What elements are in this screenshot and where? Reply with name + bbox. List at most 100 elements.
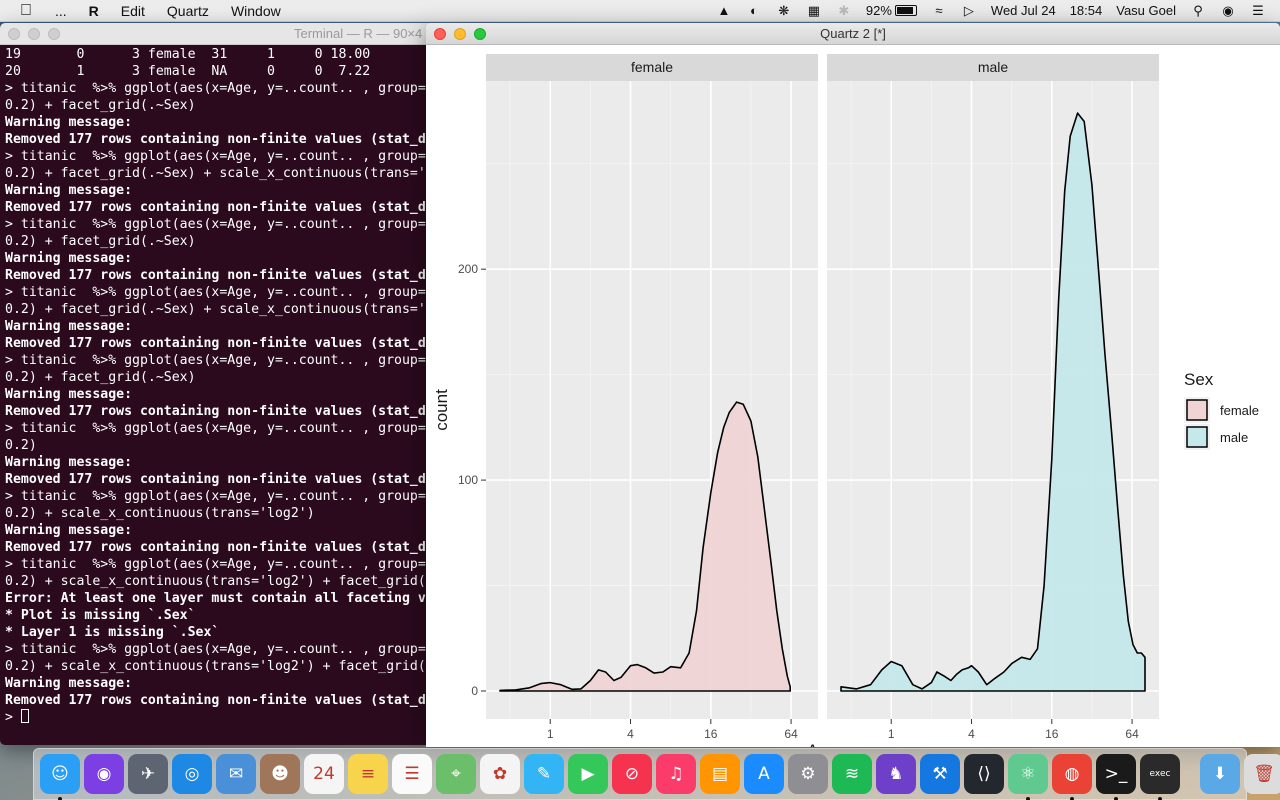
dock-icon-glyph: ☻ [271, 764, 289, 784]
app-store-icon[interactable]: A [744, 754, 784, 794]
safari-icon[interactable]: ◎ [172, 754, 212, 794]
notification-center-icon[interactable]: ☰ [1250, 3, 1266, 18]
wifi-icon[interactable]: ≈ [931, 3, 947, 18]
terminal-line: Warning message: [5, 455, 133, 470]
bear-icon[interactable]: ❋ [776, 3, 792, 18]
reminders-icon[interactable]: ☰ [392, 754, 432, 794]
terminal-line: 0.2) + facet_grid(.~Sex) + scale_x_conti… [5, 166, 426, 181]
dock-icon-glyph: ◎ [184, 764, 200, 784]
bluetooth-icon[interactable]: ✱ [836, 3, 852, 18]
battery-percent: 92% [865, 3, 892, 18]
dock-icon-glyph: A [758, 764, 770, 784]
terminal-line: * Plot is missing `.Sex` [5, 608, 196, 623]
terminal-titlebar[interactable]: Terminal — R — 90×4 [0, 23, 430, 45]
volume-icon[interactable]: ▷ [961, 3, 977, 18]
x-tick-label: 64 [1125, 727, 1139, 741]
dock-icon-glyph: ♫ [668, 764, 684, 784]
quartz-minimize-button[interactable] [454, 27, 466, 40]
apple-menu-icon[interactable]:  [8, 2, 44, 20]
trash-icon[interactable]: 🗑 [1244, 754, 1280, 794]
terminal-minimize-button[interactable] [28, 27, 40, 40]
terminal-line: Removed 177 rows containing non-finite v… [5, 336, 426, 351]
github-desktop-icon[interactable]: ♞ [876, 754, 916, 794]
menubar-time[interactable]: 18:54 [1070, 3, 1103, 18]
terminal-line: > titanic %>% ggplot(aes(x=Age, y=..coun… [5, 285, 426, 300]
terminal-line: 0.2) + facet_grid(.~Sex) [5, 234, 196, 249]
exec-icon[interactable]: exec [1140, 754, 1180, 800]
spotlight-search-icon[interactable]: ⚲ [1190, 3, 1206, 18]
news-icon[interactable]: ⊘ [612, 754, 652, 794]
siri-icon[interactable]: ◉ [84, 754, 124, 794]
facet-label-male: male [978, 59, 1009, 75]
y-tick-label: 100 [458, 473, 478, 487]
contrast-icon[interactable]: ◐ [746, 3, 762, 18]
quartz-window: Quartz 2 [*] female 1 4 16 64 male 1 4 16 64 0 100 2… [426, 23, 1280, 747]
terminal-line: Warning message: [5, 251, 133, 266]
launchpad-icon[interactable]: ✈ [128, 754, 168, 794]
books-icon[interactable]: ▤ [700, 754, 740, 794]
legend-title: Sex [1184, 370, 1214, 389]
y-axis-title: count [432, 389, 451, 431]
maps-icon[interactable]: ⌖ [436, 754, 476, 794]
terminal-line: 20 1 3 female NA 0 0 7.22 [5, 64, 371, 79]
menubar-user[interactable]: Vasu Goel [1116, 3, 1176, 18]
chrome-icon[interactable]: ◍ [1052, 754, 1092, 800]
downloads-folder-icon[interactable]: ⬇ [1200, 754, 1240, 794]
menu-window[interactable]: Window [220, 3, 292, 19]
grid-icon[interactable]: ▦ [806, 3, 822, 18]
siri-menubar-icon[interactable]: ◉ [1220, 3, 1236, 18]
legend-key-male [1186, 426, 1208, 448]
terminal-line: Removed 177 rows containing non-finite v… [5, 472, 426, 487]
terminal-line: > titanic %>% ggplot(aes(x=Age, y=..coun… [5, 489, 426, 504]
menubar-date[interactable]: Wed Jul 24 [991, 3, 1056, 18]
menubar-app-name[interactable]: R [78, 3, 110, 19]
dock-icon-glyph: ⬇ [1212, 764, 1228, 784]
terminal-icon[interactable]: >_ [1096, 754, 1136, 800]
mail-icon[interactable]: ✉ [216, 754, 256, 794]
dock-icon-glyph: ✎ [536, 764, 552, 784]
quartz-close-button[interactable] [434, 27, 446, 40]
status-area: ▲ ◐ ❋ ▦ ✱ 92% ≈ ▷ Wed Jul 24 18:54 Vasu … [716, 3, 1280, 18]
atom-icon[interactable]: ⚛ [1008, 754, 1048, 800]
calendar-icon[interactable]: 24 [304, 754, 344, 794]
terminal-line: 0.2) + scale_x_continuous(trans='log2') … [5, 659, 426, 674]
dock-icon-glyph: ⚛ [1020, 764, 1036, 784]
photos-icon[interactable]: ✿ [480, 754, 520, 794]
quartz-zoom-button[interactable] [474, 27, 486, 40]
dock-icon-glyph: ⚙ [800, 764, 816, 784]
notes-icon[interactable]: ≡ [348, 754, 388, 794]
terminal-line: Warning message: [5, 387, 133, 402]
dock-icon-glyph: ⌖ [451, 764, 461, 784]
music-icon[interactable]: ♫ [656, 754, 696, 794]
terminal-prompt[interactable]: > [5, 709, 425, 726]
quartz-titlebar[interactable]: Quartz 2 [*] [426, 23, 1280, 45]
y-tick-label: 0 [471, 684, 478, 698]
dock-icon-glyph: ⚒ [932, 764, 948, 784]
contacts-icon[interactable]: ☻ [260, 754, 300, 794]
messages-icon[interactable]: ✎ [524, 754, 564, 794]
terminal-line: 0.2) + scale_x_continuous(trans='log2') … [5, 574, 426, 589]
terminal-line: Warning message: [5, 115, 133, 130]
spotify-icon[interactable]: ≋ [832, 754, 872, 794]
xcode-icon[interactable]: ⚒ [920, 754, 960, 794]
terminal-line: Error: At least one layer must contain a… [5, 591, 426, 606]
terminal-zoom-button[interactable] [48, 27, 60, 40]
terminal-close-button[interactable] [8, 27, 20, 40]
terminal-line: Warning message: [5, 523, 133, 538]
vscode-icon[interactable]: ⟨⟩ [964, 754, 1004, 794]
menubar-ellipsis[interactable]: ... [44, 3, 78, 19]
terminal-line: 0.2) [5, 438, 37, 453]
alfred-hat-icon[interactable]: ▲ [716, 3, 732, 18]
menu-quartz[interactable]: Quartz [156, 3, 220, 19]
terminal-line: > titanic %>% ggplot(aes(x=Age, y=..coun… [5, 353, 426, 368]
terminal-line: Removed 177 rows containing non-finite v… [5, 132, 426, 147]
terminal-output[interactable]: 19 0 3 female 31 1 0 18.00 20 1 3 female … [0, 45, 430, 727]
system-preferences-icon[interactable]: ⚙ [788, 754, 828, 794]
battery-indicator[interactable]: 92% [866, 3, 917, 18]
facetime-icon[interactable]: ▶ [568, 754, 608, 794]
x-tick-label: 1 [888, 727, 895, 741]
menu-edit[interactable]: Edit [110, 3, 156, 19]
x-tick-label: 4 [968, 727, 975, 741]
quartz-title: Quartz 2 [*] [820, 26, 886, 41]
finder-icon[interactable]: ☺ [40, 754, 80, 800]
